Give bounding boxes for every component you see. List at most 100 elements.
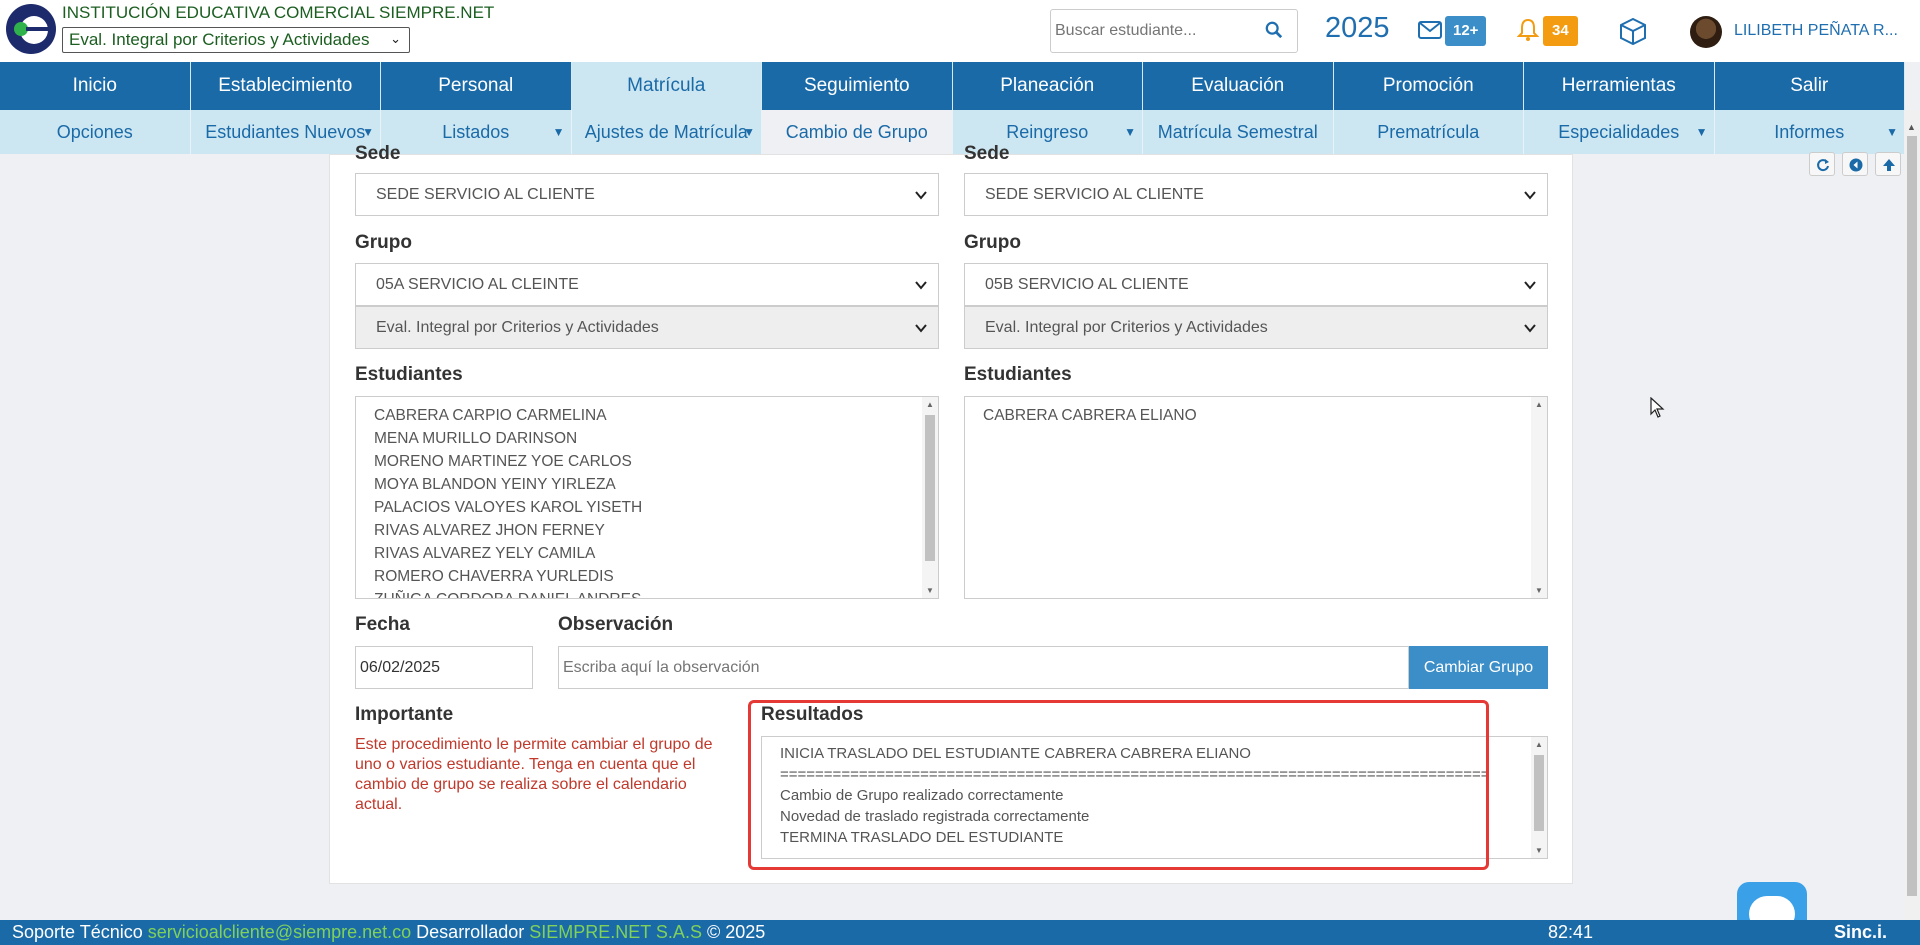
brand-logo: Sinc.i. (1834, 922, 1888, 942)
refresh-icon (1817, 159, 1829, 172)
session-timer: 82:41 (1548, 922, 1594, 942)
list-item[interactable]: MORENO MARTINEZ YOE CARLOS (356, 450, 922, 473)
messages-badge[interactable]: 12+ (1445, 16, 1487, 46)
importante-label: Importante (355, 704, 454, 725)
list-item[interactable]: PALACIOS VALOYES KAROL YISETH (356, 496, 922, 519)
list-item[interactable]: RIVAS ALVAREZ YELY CAMILA (356, 542, 922, 565)
caret-down-icon: ▼ (743, 125, 755, 139)
list-item[interactable]: ROMERO CHAVERRA YURLEDIS (356, 565, 922, 588)
nav-inicio[interactable]: Inicio (0, 62, 191, 110)
destination-sede-label: Sede (964, 143, 1010, 163)
subnav-cambio-grupo[interactable]: Cambio de Grupo (762, 110, 953, 154)
chevron-down-icon (915, 281, 927, 290)
envelope-icon[interactable] (1418, 20, 1442, 40)
nav-personal[interactable]: Personal (381, 62, 572, 110)
origin-grupo-label: Grupo (355, 232, 412, 253)
caret-down-icon: ▼ (1124, 125, 1136, 139)
institution-name: INSTITUCIÓN EDUCATIVA COMERCIAL SIEMPRE.… (62, 3, 495, 22)
scroll-down-icon[interactable]: ▼ (926, 586, 934, 595)
caret-down-icon: ▼ (552, 125, 565, 139)
origin-students-list[interactable]: CABRERA CARPIO CARMELINA MENA MURILLO DA… (355, 396, 939, 599)
footer: Soporte Técnico servicioalcliente@siempr… (0, 920, 1920, 945)
importante-text: Este procedimiento le permite cambiar el… (355, 736, 713, 813)
developer-label: Desarrollador (416, 922, 525, 942)
evaluation-system-select[interactable]: Eval. Integral por Criterios y Actividad… (62, 27, 410, 53)
scroll-up-icon[interactable]: ▲ (1535, 400, 1543, 409)
subnav-prematricula[interactable]: Prematrícula (1334, 110, 1524, 154)
nav-matricula[interactable]: Matrícula (571, 62, 762, 110)
subnav-especialidades[interactable]: Especialidades ▼ (1524, 110, 1715, 154)
list-scrollbar[interactable]: ▲ ▼ (922, 397, 938, 598)
scroll-top-button[interactable] (1875, 152, 1901, 176)
academic-year[interactable]: 2025 (1325, 12, 1390, 45)
destination-sede-select[interactable]: SEDE SERVICIO AL CLIENTE (964, 173, 1548, 216)
origin-sede-select[interactable]: SEDE SERVICIO AL CLIENTE (355, 173, 939, 216)
destination-grupo-label: Grupo (964, 232, 1021, 253)
bell-icon[interactable] (1517, 18, 1539, 42)
subnav-listados[interactable]: Listados ▼ (381, 110, 572, 154)
caret-down-icon: ▼ (1886, 125, 1898, 139)
origin-eval-select[interactable]: Eval. Integral por Criterios y Actividad… (355, 306, 939, 349)
support-label: Soporte Técnico (12, 922, 143, 942)
back-button[interactable] (1842, 152, 1868, 176)
notifications-badge[interactable]: 34 (1543, 16, 1578, 46)
scrollbar-thumb[interactable] (925, 415, 935, 561)
nav-promocion[interactable]: Promoción (1334, 62, 1524, 110)
destination-students-list[interactable]: CABRERA CABRERA ELIANO ▲ ▼ (964, 396, 1548, 599)
scroll-up-icon[interactable]: ▲ (1535, 740, 1543, 749)
scroll-down-icon[interactable]: ▼ (1535, 846, 1543, 855)
chevron-down-icon (915, 324, 927, 333)
destination-grupo-select[interactable]: 05B SERVICIO AL CLIENTE (964, 263, 1548, 306)
page-scrollbar[interactable]: ▲ (1904, 110, 1920, 922)
list-item[interactable]: ZUÑIGA CORDOBA DANIEL ANDRES (356, 588, 922, 598)
search-icon[interactable] (1265, 21, 1283, 39)
cambiar-grupo-button[interactable]: Cambiar Grupo (1409, 646, 1548, 689)
subnav-matricula-semestral[interactable]: Matrícula Semestral (1143, 110, 1334, 154)
avatar[interactable] (1690, 16, 1722, 48)
cube-icon[interactable] (1618, 16, 1648, 46)
support-email-link[interactable]: servicioalcliente@siempre.net.co (148, 922, 411, 942)
destination-grupo-value: 05B SERVICIO AL CLIENTE (985, 276, 1189, 293)
list-item[interactable]: CABRERA CARPIO CARMELINA (356, 404, 922, 427)
list-item[interactable]: CABRERA CABRERA ELIANO (965, 404, 1531, 427)
origin-sede-label: Sede (355, 143, 401, 163)
destination-students-label: Estudiantes (964, 364, 1072, 385)
institution-logo[interactable] (6, 4, 56, 54)
copyright: © 2025 (706, 922, 766, 942)
student-search (1050, 9, 1298, 53)
developer-link[interactable]: SIEMPRE.NET S.A.S (529, 922, 702, 942)
scrollbar-thumb[interactable] (1534, 755, 1544, 831)
list-item[interactable]: RIVAS ALVAREZ JHON FERNEY (356, 519, 922, 542)
search-input[interactable] (1055, 16, 1255, 46)
observacion-input[interactable] (558, 646, 1409, 689)
subnav-estudiantes-nuevos[interactable]: Estudiantes Nuevos ▼ (191, 110, 381, 154)
fecha-input[interactable]: 06/02/2025 (355, 646, 533, 689)
nav-evaluacion[interactable]: Evaluación (1143, 62, 1334, 110)
scroll-down-icon[interactable]: ▼ (1535, 586, 1543, 595)
scroll-up-icon[interactable]: ▲ (1907, 122, 1916, 132)
scroll-up-icon[interactable]: ▲ (926, 400, 934, 409)
subnav-ajustes-matricula[interactable]: Ajustes de Matrícula ▼ (572, 110, 762, 154)
subnav-informes[interactable]: Informes ▼ (1715, 110, 1905, 154)
user-name[interactable]: LILIBETH PEÑATA R... (1734, 22, 1898, 40)
subnav-opciones[interactable]: Opciones (0, 110, 191, 154)
list-item[interactable]: MENA MURILLO DARINSON (356, 427, 922, 450)
nav-herramientas[interactable]: Herramientas (1524, 62, 1715, 110)
nav-planeacion[interactable]: Planeación (953, 62, 1143, 110)
nav-establecimiento[interactable]: Establecimiento (191, 62, 381, 110)
scrollbar-thumb[interactable] (1907, 136, 1917, 896)
origin-grupo-select[interactable]: 05A SERVICIO AL CLEINTE (355, 263, 939, 306)
list-item[interactable]: MOYA BLANDON YEINY YIRLEZA (356, 473, 922, 496)
nav-seguimiento[interactable]: Seguimiento (762, 62, 953, 110)
chevron-down-icon (1524, 191, 1536, 200)
fecha-label: Fecha (355, 614, 410, 635)
list-scrollbar[interactable]: ▲ ▼ (1531, 397, 1547, 598)
origin-eval-value: Eval. Integral por Criterios y Actividad… (376, 319, 659, 336)
log-scrollbar[interactable]: ▲ ▼ (1531, 737, 1547, 858)
chevron-down-icon (915, 191, 927, 200)
destination-eval-select[interactable]: Eval. Integral por Criterios y Actividad… (964, 306, 1548, 349)
nav-salir[interactable]: Salir (1715, 62, 1905, 110)
main-navigation: Inicio Establecimiento Personal Matrícul… (0, 62, 1905, 110)
arrow-up-icon (1883, 159, 1895, 171)
refresh-button[interactable] (1809, 152, 1835, 176)
